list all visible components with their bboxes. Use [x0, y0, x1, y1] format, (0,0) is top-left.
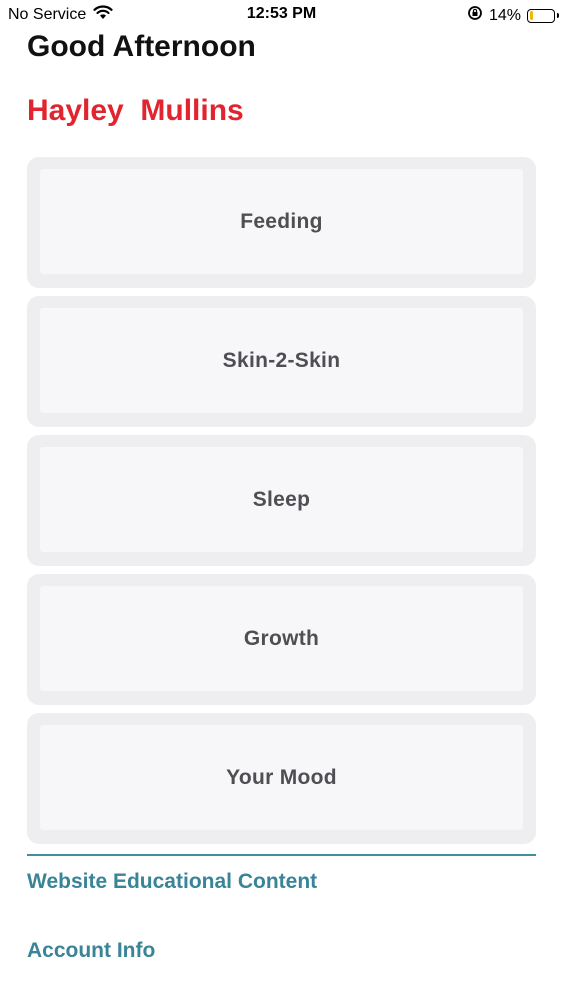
growth-tile[interactable]: Growth	[27, 574, 536, 705]
account-info-link[interactable]: Account Info	[27, 939, 155, 963]
skin-2-skin-tile[interactable]: Skin-2-Skin	[27, 296, 536, 427]
tile-label: Sleep	[40, 447, 523, 552]
battery-icon	[527, 8, 559, 23]
tile-label: Feeding	[40, 169, 523, 274]
tile-label: Growth	[40, 586, 523, 691]
feeding-tile[interactable]: Feeding	[27, 157, 536, 288]
website-educational-content-link[interactable]: Website Educational Content	[27, 870, 317, 894]
greeting-heading: Good Afternoon	[27, 30, 256, 63]
battery-percent: 14%	[488, 6, 521, 24]
user-name: Hayley Mullins	[27, 94, 244, 127]
category-tiles: Feeding Skin-2-Skin Sleep Growth Your Mo…	[27, 157, 536, 852]
battery-fill	[529, 11, 533, 20]
section-divider	[27, 854, 536, 856]
rotation-lock-icon	[467, 5, 483, 26]
sleep-tile[interactable]: Sleep	[27, 435, 536, 566]
your-mood-tile[interactable]: Your Mood	[27, 713, 536, 844]
status-right: 14%	[467, 5, 559, 26]
status-bar: No Service 12:53 PM 14%	[0, 0, 563, 30]
tile-label: Skin-2-Skin	[40, 308, 523, 413]
tile-label: Your Mood	[40, 725, 523, 830]
